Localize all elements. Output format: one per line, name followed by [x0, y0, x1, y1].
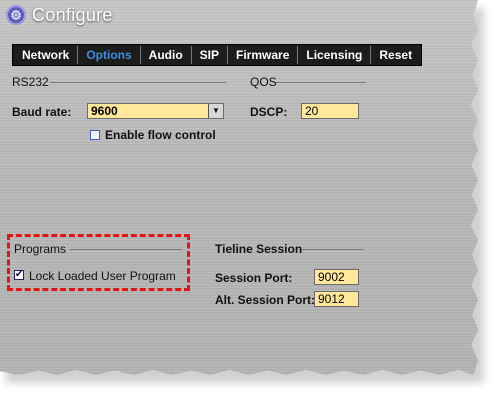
qos-divider [276, 82, 366, 83]
tab-reset[interactable]: Reset [371, 46, 420, 64]
dscp-input[interactable]: 20 [301, 103, 359, 119]
rs232-group-label: RS232 [12, 75, 49, 89]
title-bar: ⚙ Configure [6, 4, 113, 26]
baud-rate-select[interactable]: 9600 ▼ [87, 103, 224, 119]
flow-control-checkbox[interactable] [90, 130, 100, 140]
tab-options[interactable]: Options [78, 46, 141, 64]
highlight-annotation [7, 234, 190, 291]
alt-session-port-input[interactable]: 9012 [314, 291, 359, 307]
chevron-down-icon[interactable]: ▼ [208, 104, 223, 118]
rs232-divider [50, 82, 226, 83]
session-port-label: Session Port: [215, 271, 293, 285]
tab-firmware[interactable]: Firmware [228, 46, 299, 64]
tab-network[interactable]: Network [14, 46, 79, 64]
baud-rate-label: Baud rate: [12, 105, 72, 119]
alt-session-port-label: Alt. Session Port: [215, 293, 316, 307]
tab-sip[interactable]: SIP [192, 46, 229, 64]
configure-panel: ⚙ Configure Network Options Audio SIP Fi… [0, 0, 478, 375]
gear-icon: ⚙ [6, 5, 26, 25]
tab-licensing[interactable]: Licensing [298, 46, 372, 64]
session-port-input[interactable]: 9002 [314, 269, 359, 285]
tab-bar: Network Options Audio SIP Firmware Licen… [12, 44, 423, 66]
dscp-label: DSCP: [250, 105, 288, 119]
flow-control-label: Enable flow control [105, 128, 216, 142]
tieline-divider [302, 249, 364, 250]
tab-audio[interactable]: Audio [141, 46, 192, 64]
qos-group-label: QOS [250, 75, 277, 89]
window-title: Configure [32, 4, 113, 25]
baud-rate-value: 9600 [91, 104, 118, 118]
tieline-group-label: Tieline Session [215, 242, 303, 256]
